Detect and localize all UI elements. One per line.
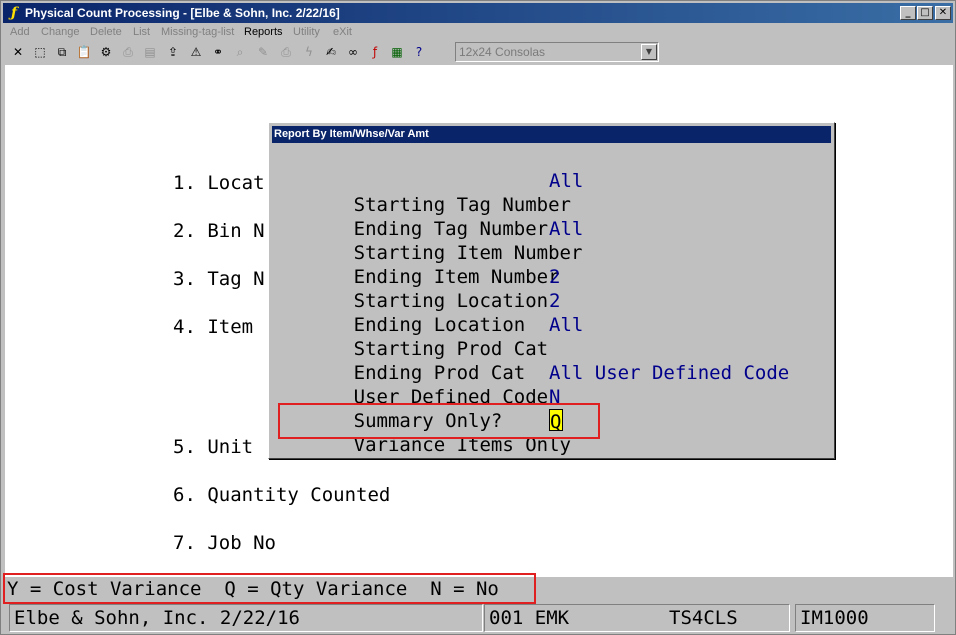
print-icon[interactable]: ⎙ bbox=[118, 42, 138, 62]
chevron-down-icon[interactable]: ▼ bbox=[641, 44, 657, 60]
menu-add[interactable]: Add bbox=[10, 25, 30, 40]
minimize-button[interactable]: _ bbox=[900, 6, 916, 20]
edit-icon[interactable]: ✍ bbox=[321, 42, 341, 62]
binoculars-icon[interactable]: ⚭ bbox=[208, 42, 228, 62]
field-value[interactable]: All User Defined Code bbox=[549, 361, 789, 385]
alert-icon[interactable]: ⚠ bbox=[186, 42, 206, 62]
field-value[interactable]: 2 bbox=[549, 265, 560, 289]
status-program-text: IM1000 bbox=[800, 607, 869, 629]
status-session: 001 EMK TS4CLS bbox=[484, 604, 790, 632]
status-user-text: 001 EMK bbox=[489, 607, 570, 629]
report-dialog: Report By Item/Whse/Var Amt Starting Tag… bbox=[268, 122, 835, 459]
menu-line-tag: 3. Tag N bbox=[173, 268, 265, 290]
menu-line-item: 4. Item bbox=[173, 316, 254, 338]
menu-line-job: 7. Job No bbox=[173, 532, 276, 554]
status-program: IM1000 bbox=[795, 604, 935, 632]
app-window: ƒ Physical Count Processing - [Elbe & So… bbox=[0, 0, 956, 635]
close-button[interactable]: ✕ bbox=[935, 6, 951, 20]
status-company: Elbe & Sohn, Inc. 2/22/16 bbox=[9, 604, 483, 632]
export-icon[interactable]: ⇪ bbox=[163, 42, 183, 62]
hint-highlight-box bbox=[3, 573, 536, 604]
menu-bar: Add Change Delete List Missing-tag-list … bbox=[3, 24, 953, 41]
maximize-button[interactable]: □ bbox=[917, 6, 933, 20]
menu-utility[interactable]: Utility bbox=[293, 25, 320, 40]
menu-change[interactable]: Change bbox=[41, 25, 80, 40]
font-select-value: 12x24 Consolas bbox=[459, 45, 546, 59]
status-terminal-text: TS4CLS bbox=[669, 607, 738, 629]
menu-exit[interactable]: eXit bbox=[333, 25, 352, 40]
menu-line-bin: 2. Bin N bbox=[173, 220, 265, 242]
menu-list[interactable]: List bbox=[133, 25, 150, 40]
toolbar: ✕ ⬚ ⧉ 📋 ⚙ ⎙ ▤ ⇪ ⚠ ⚭ ⌕ ✎ ⎙ ϟ ✍ ∞ ƒ ▦ ? 12… bbox=[3, 41, 953, 64]
dialog-title: Report By Item/Whse/Var Amt bbox=[272, 126, 831, 143]
menu-delete[interactable]: Delete bbox=[90, 25, 122, 40]
document-icon[interactable]: ▤ bbox=[140, 42, 160, 62]
lightning-icon[interactable]: ϟ bbox=[299, 42, 319, 62]
field-value[interactable]: 2 bbox=[549, 289, 560, 313]
zoom-icon[interactable]: ⌕ bbox=[230, 42, 250, 62]
window-title: Physical Count Processing - [Elbe & Sohn… bbox=[25, 6, 340, 20]
menu-missing-tag-list[interactable]: Missing-tag-list bbox=[161, 25, 234, 40]
font-select[interactable]: 12x24 Consolas ▼ bbox=[455, 42, 659, 62]
status-company-text: Elbe & Sohn, Inc. 2/22/16 bbox=[14, 607, 300, 629]
paste-icon[interactable]: 📋 bbox=[74, 42, 94, 62]
copy-icon[interactable]: ⧉ bbox=[52, 42, 72, 62]
settings-icon[interactable]: ⚙ bbox=[96, 42, 116, 62]
printer-icon[interactable]: ⎙ bbox=[276, 42, 296, 62]
link-icon[interactable]: ∞ bbox=[343, 42, 363, 62]
status-bar: Elbe & Sohn, Inc. 2/22/16 001 EMK TS4CLS… bbox=[5, 604, 953, 633]
field-value[interactable]: All bbox=[549, 169, 583, 193]
cancel-icon[interactable]: ✕ bbox=[8, 42, 28, 62]
menu-line-unit: 5. Unit bbox=[173, 436, 254, 458]
menu-line-location: 1. Locat bbox=[173, 172, 265, 194]
menu-reports[interactable]: Reports bbox=[244, 25, 283, 40]
function-icon[interactable]: ƒ bbox=[365, 42, 385, 62]
app-logo-icon: ƒ bbox=[10, 5, 18, 21]
pen-icon[interactable]: ✎ bbox=[253, 42, 273, 62]
highlight-box bbox=[278, 403, 600, 439]
list-icon[interactable]: ▦ bbox=[387, 42, 407, 62]
select-icon[interactable]: ⬚ bbox=[30, 42, 50, 62]
field-value[interactable]: All bbox=[549, 217, 583, 241]
title-bar: ƒ Physical Count Processing - [Elbe & So… bbox=[3, 3, 953, 23]
help-icon[interactable]: ? bbox=[409, 42, 429, 62]
field-value[interactable]: All bbox=[549, 313, 583, 337]
